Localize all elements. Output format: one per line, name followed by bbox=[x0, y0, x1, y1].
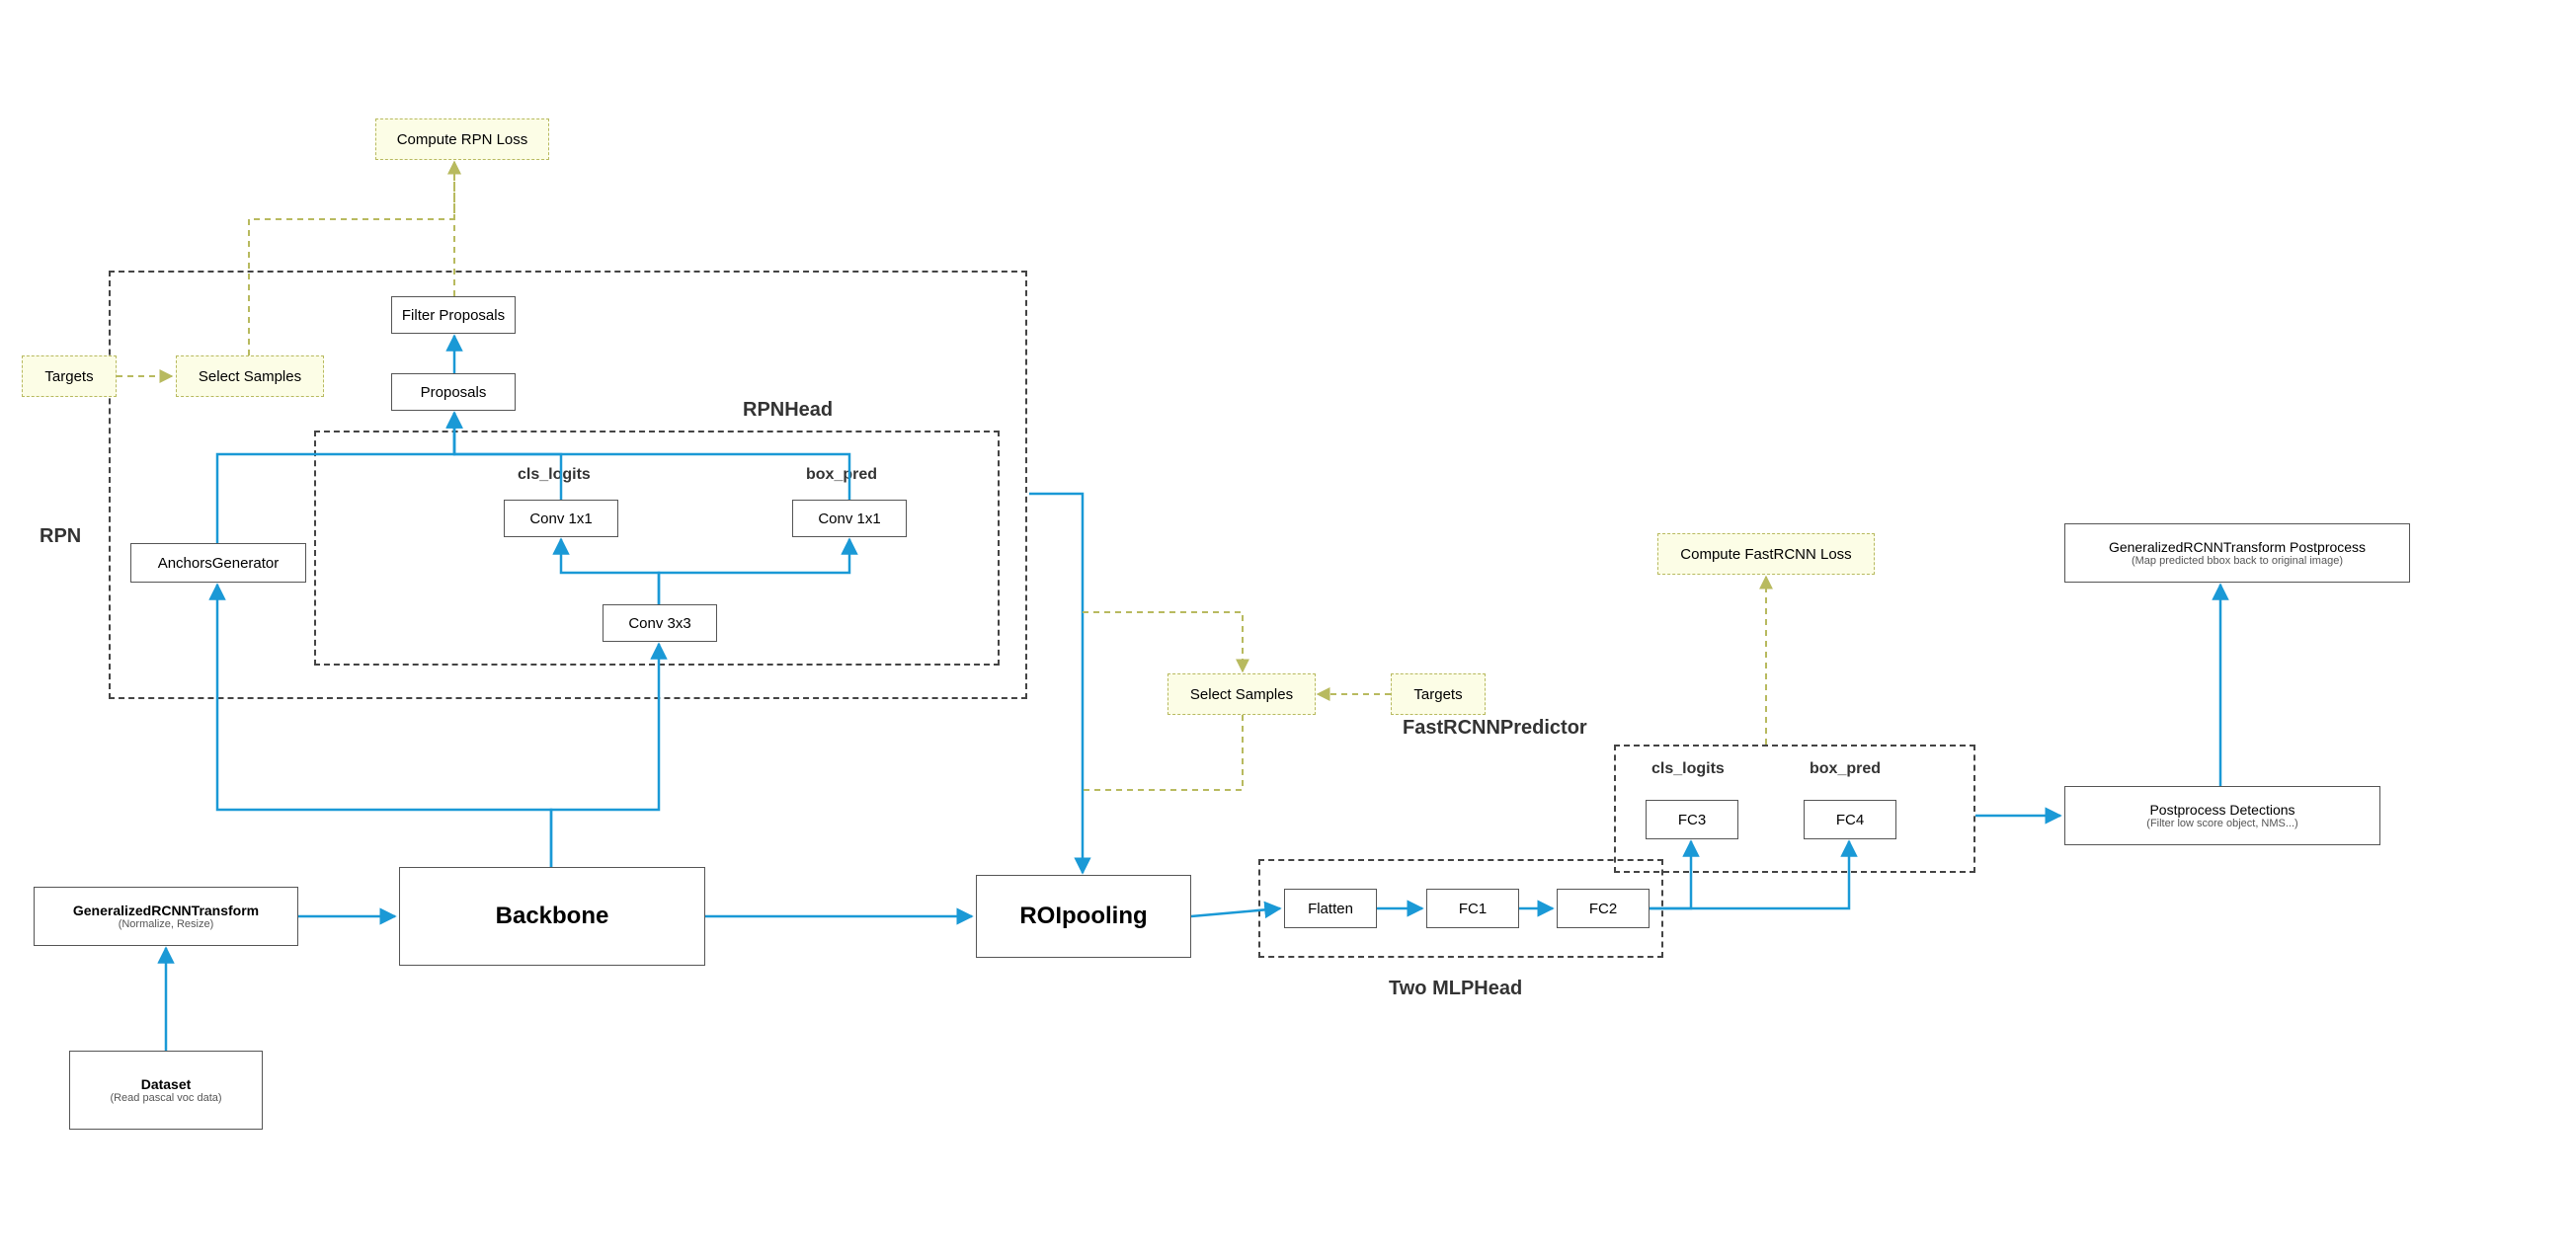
pred-box-pred-label: box_pred bbox=[1810, 760, 1881, 778]
conv1x1-cls-box: Conv 1x1 bbox=[504, 500, 618, 537]
proposals-box: Proposals bbox=[391, 373, 516, 411]
select-samples2-box: Select Samples bbox=[1167, 673, 1316, 715]
postprocess-final-sub: (Map predicted bbox back to original ima… bbox=[2132, 555, 2343, 567]
dataset-box: Dataset (Read pascal voc data) bbox=[69, 1051, 263, 1130]
backbone-box: Backbone bbox=[399, 867, 705, 966]
transform-title: GeneralizedRCNNTransform bbox=[73, 903, 259, 918]
box-pred-label: box_pred bbox=[806, 466, 877, 484]
fc1-box: FC1 bbox=[1426, 889, 1519, 928]
dataset-sub: (Read pascal voc data) bbox=[110, 1092, 221, 1104]
two-mlphead-label: Two MLPHead bbox=[1389, 978, 1522, 1000]
pred-cls-logits-label: cls_logits bbox=[1651, 760, 1725, 778]
transform-box: GeneralizedRCNNTransform (Normalize, Res… bbox=[34, 887, 298, 946]
compute-fastrcnn-loss-box: Compute FastRCNN Loss bbox=[1657, 533, 1875, 575]
compute-rpn-loss-box: Compute RPN Loss bbox=[375, 118, 549, 160]
roipooling-box: ROIpooling bbox=[976, 875, 1191, 958]
postprocess-det-sub: (Filter low score object, NMS...) bbox=[2146, 818, 2297, 829]
postprocess-det-title: Postprocess Detections bbox=[2149, 802, 2294, 818]
targets2-box: Targets bbox=[1391, 673, 1486, 715]
rpn-label: RPN bbox=[40, 525, 81, 548]
targets1-box: Targets bbox=[22, 355, 117, 397]
postprocess-det-box: Postprocess Detections (Filter low score… bbox=[2064, 786, 2380, 845]
conv1x1-box-box: Conv 1x1 bbox=[792, 500, 907, 537]
select-samples1-box: Select Samples bbox=[176, 355, 324, 397]
postprocess-final-box: GeneralizedRCNNTransform Postprocess (Ma… bbox=[2064, 523, 2410, 583]
dataset-title: Dataset bbox=[141, 1076, 192, 1092]
transform-sub: (Normalize, Resize) bbox=[119, 918, 214, 930]
fc3-box: FC3 bbox=[1646, 800, 1738, 839]
cls-logits-label: cls_logits bbox=[518, 466, 591, 484]
fc4-box: FC4 bbox=[1804, 800, 1896, 839]
fc2-box: FC2 bbox=[1557, 889, 1650, 928]
anchors-box: AnchorsGenerator bbox=[130, 543, 306, 583]
postprocess-final-title: GeneralizedRCNNTransform Postprocess bbox=[2109, 539, 2366, 555]
flatten-box: Flatten bbox=[1284, 889, 1377, 928]
filter-proposals-box: Filter Proposals bbox=[391, 296, 516, 334]
conv3x3-box: Conv 3x3 bbox=[603, 604, 717, 642]
rpnhead-label: RPNHead bbox=[743, 399, 833, 422]
fastrcnn-predictor-label: FastRCNNPredictor bbox=[1403, 717, 1587, 740]
